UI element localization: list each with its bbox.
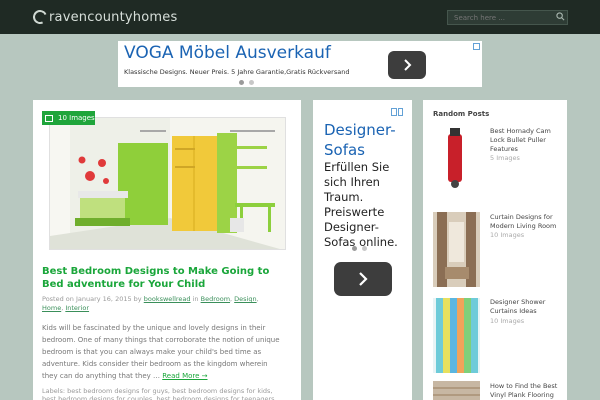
post-thumbnail[interactable]: [433, 381, 480, 400]
random-post-image-count: 10 Images: [490, 231, 525, 239]
ad-next-button[interactable]: [388, 51, 426, 79]
search-input[interactable]: [447, 10, 568, 25]
meta-in-text: in: [192, 295, 199, 303]
random-post-title[interactable]: Curtain Designs for Modern Living Room: [490, 213, 562, 231]
post-title[interactable]: Best Bedroom Designs to Make Going to Be…: [42, 265, 282, 291]
random-post-title[interactable]: Best Hornady Cam Lock Bullet Puller Feat…: [490, 127, 562, 154]
category-link-bedroom[interactable]: Bedroom: [201, 295, 230, 303]
side-ad-body: Erfüllen Sie sich Ihren Traum. Preiswert…: [324, 160, 398, 249]
post-thumbnail[interactable]: [433, 124, 480, 190]
ad-page-dot[interactable]: [362, 246, 367, 251]
image-count: 10 Images: [58, 114, 95, 122]
ad-page-dot[interactable]: [249, 80, 254, 85]
ad-pagination: [239, 80, 254, 85]
ad-choices-icon[interactable]: [391, 108, 403, 116]
post-date: Posted on January 16, 2015 by: [42, 295, 142, 303]
site-logo[interactable]: ravencountyhomes: [31, 8, 177, 26]
category-link-interior[interactable]: Interior: [65, 304, 89, 312]
sidebar-title: Random Posts: [433, 110, 490, 118]
category-link-home[interactable]: Home: [42, 304, 61, 312]
ad-page-dot[interactable]: [239, 80, 244, 85]
chevron-right-icon: [359, 272, 368, 286]
side-ad-headline[interactable]: Designer-Sofas: [324, 120, 404, 160]
top-ad-banner[interactable]: VOGA Möbel Ausverkauf Klassische Designs…: [118, 41, 482, 87]
category-link-design[interactable]: Design: [234, 295, 256, 303]
ad-headline[interactable]: VOGA Möbel Ausverkauf: [124, 43, 331, 63]
ad-page-dot[interactable]: [352, 246, 357, 251]
post-excerpt: Kids will be fascinated by the unique an…: [42, 322, 280, 382]
ad-body-text: Klassische Designs. Neuer Preis. 5 Jahre…: [124, 68, 350, 76]
random-post-image-count: 5 Images: [490, 154, 520, 162]
chevron-right-icon: [404, 59, 412, 71]
random-post-title[interactable]: How to Find the Best Vinyl Plank Floorin…: [490, 382, 562, 400]
bedroom-illustration: [50, 118, 285, 249]
random-post-title[interactable]: Designer Shower Curtains Ideas: [490, 298, 562, 316]
post-labels: Labels: best bedroom designs for guys, b…: [42, 387, 277, 400]
random-post-image-count: 10 Images: [490, 317, 525, 325]
image-icon: [45, 114, 53, 122]
logo-c-icon: [31, 8, 49, 26]
site-name[interactable]: ravencountyhomes: [49, 10, 177, 25]
post-author-link[interactable]: bookswellread: [144, 295, 191, 303]
side-ad-next-button[interactable]: [334, 262, 392, 296]
read-more-link[interactable]: Read More →: [162, 372, 207, 380]
search-icon[interactable]: [556, 12, 565, 21]
post-thumbnail[interactable]: [433, 212, 480, 287]
image-count-badge[interactable]: 10 Images: [42, 111, 95, 125]
post-meta: Posted on January 16, 2015 by bookswellr…: [42, 295, 259, 312]
post-thumbnail[interactable]: [433, 298, 480, 373]
side-ad-pagination: [352, 246, 367, 251]
ad-choices-icon[interactable]: [473, 43, 480, 50]
post-featured-image[interactable]: [49, 117, 286, 250]
post-excerpt-text: Kids will be fascinated by the unique an…: [42, 324, 280, 380]
